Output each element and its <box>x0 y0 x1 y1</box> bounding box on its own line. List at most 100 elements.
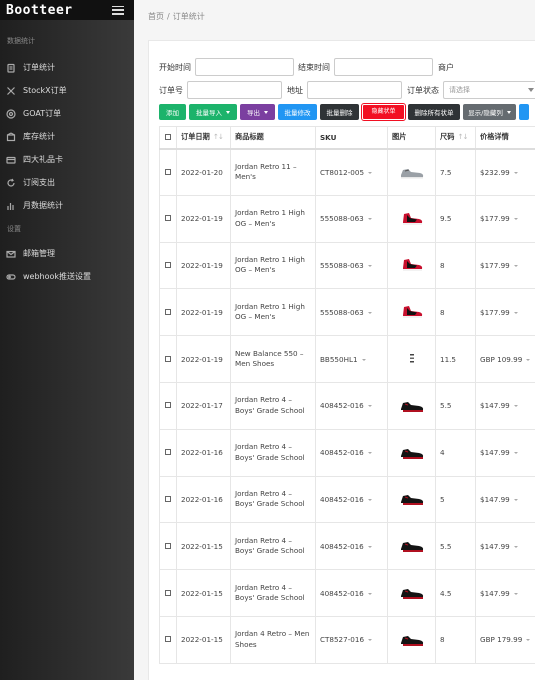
caret-down-icon[interactable] <box>367 218 372 221</box>
caret-down-icon[interactable] <box>513 592 518 595</box>
row-checkbox[interactable] <box>165 168 171 175</box>
caret-down-icon[interactable] <box>513 452 518 455</box>
row-checkbox[interactable] <box>165 542 171 549</box>
caret-down-icon[interactable] <box>526 639 531 642</box>
date-cell: 2022-01-20 <box>176 148 231 196</box>
batch-edit-button[interactable]: 批量修改 <box>278 104 317 120</box>
sku-value: 408452-016 <box>320 541 364 551</box>
image-cell <box>387 522 436 571</box>
row-checkbox[interactable] <box>165 589 171 596</box>
row-checkbox[interactable] <box>165 215 171 222</box>
sidebar-item-stockx[interactable]: StockX订单 <box>0 79 134 102</box>
sidebar-item-inventory[interactable]: 库存统计 <box>0 125 134 148</box>
size-cell: 7.5 <box>435 148 476 196</box>
caret-down-icon[interactable] <box>513 311 518 314</box>
date-header[interactable]: 订单日期 ↑↓ <box>176 126 231 150</box>
webhook-icon <box>6 272 16 282</box>
caret-down-icon[interactable] <box>368 639 373 642</box>
date-header-label: 订单日期 <box>181 132 210 142</box>
date-cell: 2022-01-19 <box>176 241 231 290</box>
sidebar-item-subscriptions[interactable]: 订阅支出 <box>0 171 134 194</box>
shoe-image[interactable] <box>392 351 431 367</box>
hide-orders-button[interactable]: 隐藏状单 <box>361 103 406 121</box>
end-time-input[interactable] <box>334 58 433 76</box>
breadcrumb-home[interactable]: 首页 <box>148 12 164 21</box>
table-row[interactable]: 2022-01-15 Jordan Retro 4 – Boys' Grade S… <box>159 522 535 571</box>
row-checkbox[interactable] <box>165 449 171 456</box>
toggle-columns-button[interactable]: 显示/隐藏列 <box>463 104 516 120</box>
shoe-image[interactable] <box>392 585 431 601</box>
table-row[interactable]: 2022-01-19 New Balance 550 – Men Shoes BB5… <box>159 335 535 383</box>
caret-down-icon[interactable] <box>513 498 518 501</box>
table-row[interactable]: 2022-01-19 Jordan Retro 1 High OG – Men's… <box>159 241 535 290</box>
table-row[interactable]: 2022-01-17 Jordan Retro 4 – Boys' Grade S… <box>159 381 535 430</box>
row-checkbox[interactable] <box>165 495 171 502</box>
sidebar-item-webhook[interactable]: webhook推送设置 <box>0 265 134 288</box>
caret-down-icon[interactable] <box>513 218 518 221</box>
shoe-image[interactable] <box>392 304 431 320</box>
caret-down-icon[interactable] <box>367 311 372 314</box>
breadcrumb: 首页 / 订单统计 <box>148 11 205 22</box>
row-checkbox[interactable] <box>165 636 171 643</box>
row-checkbox[interactable] <box>165 261 171 268</box>
table-row[interactable]: 2022-01-16 Jordan Retro 4 – Boys' Grade S… <box>159 475 535 524</box>
shoe-image[interactable] <box>392 538 431 554</box>
row-checkbox[interactable] <box>165 402 171 409</box>
caret-down-icon[interactable] <box>513 545 518 548</box>
delete-all-button[interactable]: 删除所有状单 <box>408 104 460 120</box>
caret-down-icon[interactable] <box>368 171 373 174</box>
sku-value: CT8012-005 <box>320 167 365 177</box>
shoe-image[interactable] <box>392 491 431 507</box>
caret-down-icon[interactable] <box>513 171 518 174</box>
caret-down-icon[interactable] <box>513 405 518 408</box>
shoe-image[interactable] <box>392 632 431 648</box>
order-status-select[interactable]: 请选择 <box>443 81 535 99</box>
sidebar-item-monthly-stats[interactable]: 月数据统计 <box>0 194 134 217</box>
start-time-input[interactable] <box>195 58 294 76</box>
sidebar-item-order-stats[interactable]: 订单统计 <box>0 56 134 79</box>
batch-import-button[interactable]: 批量导入 <box>189 104 237 120</box>
shoe-image[interactable] <box>392 445 431 461</box>
size-header[interactable]: 尺码 ↑↓ <box>435 126 476 150</box>
batch-delete-button[interactable]: 批量删除 <box>320 104 359 120</box>
caret-down-icon[interactable] <box>367 592 372 595</box>
caret-down-icon[interactable] <box>361 358 366 361</box>
title-cell: Jordan Retro 1 High OG – Men's <box>230 241 316 290</box>
price-value: $147.99 <box>480 448 510 458</box>
sidebar-item-gift-cards[interactable]: 四大礼品卡 <box>0 148 134 171</box>
row-checkbox[interactable] <box>165 308 171 315</box>
shoe-image[interactable] <box>392 164 431 180</box>
shoe-image[interactable] <box>392 257 431 273</box>
caret-down-icon[interactable] <box>513 264 518 267</box>
export-button[interactable]: 导出 <box>240 104 275 120</box>
row-select-cell <box>159 241 177 290</box>
more-button[interactable] <box>519 104 529 120</box>
address-input[interactable] <box>307 81 402 99</box>
add-button[interactable]: 添加 <box>159 104 186 120</box>
row-checkbox[interactable] <box>165 355 171 362</box>
select-all-checkbox[interactable] <box>165 133 171 140</box>
table-row[interactable]: 2022-01-15 Jordan Retro 4 – Boys' Grade S… <box>159 569 535 617</box>
shoe-image[interactable] <box>392 398 431 414</box>
caret-down-icon[interactable] <box>367 498 372 501</box>
caret-down-icon[interactable] <box>367 405 372 408</box>
sku-value: 408452-016 <box>320 494 364 504</box>
caret-down-icon[interactable] <box>367 452 372 455</box>
table-row[interactable]: 2022-01-20 Jordan Retro 11 – Men's CT8012-… <box>159 148 535 196</box>
menu-toggle-icon[interactable] <box>112 5 124 15</box>
size-cell: 8 <box>435 615 476 664</box>
table-row[interactable]: 2022-01-16 Jordan Retro 4 – Boys' Grade S… <box>159 428 535 477</box>
shoe-image[interactable] <box>392 211 431 227</box>
breadcrumb-current: 订单统计 <box>172 12 205 21</box>
caret-down-icon[interactable] <box>367 545 372 548</box>
table-row[interactable]: 2022-01-19 Jordan Retro 1 High OG – Men's… <box>159 288 535 337</box>
sidebar-item-mail[interactable]: 邮箱管理 <box>0 242 134 265</box>
order-number-input[interactable] <box>187 81 282 99</box>
app-logo[interactable]: Bootteer <box>6 3 73 18</box>
caret-down-icon[interactable] <box>526 358 531 361</box>
date-cell: 2022-01-15 <box>176 615 231 664</box>
table-row[interactable]: 2022-01-19 Jordan Retro 1 High OG – Men's… <box>159 194 535 243</box>
sidebar-item-goat[interactable]: GOAT订单 <box>0 102 134 125</box>
caret-down-icon[interactable] <box>367 264 372 267</box>
table-row[interactable]: 2022-01-15 Jordan 4 Retro – Men Shoes CT85… <box>159 615 535 664</box>
